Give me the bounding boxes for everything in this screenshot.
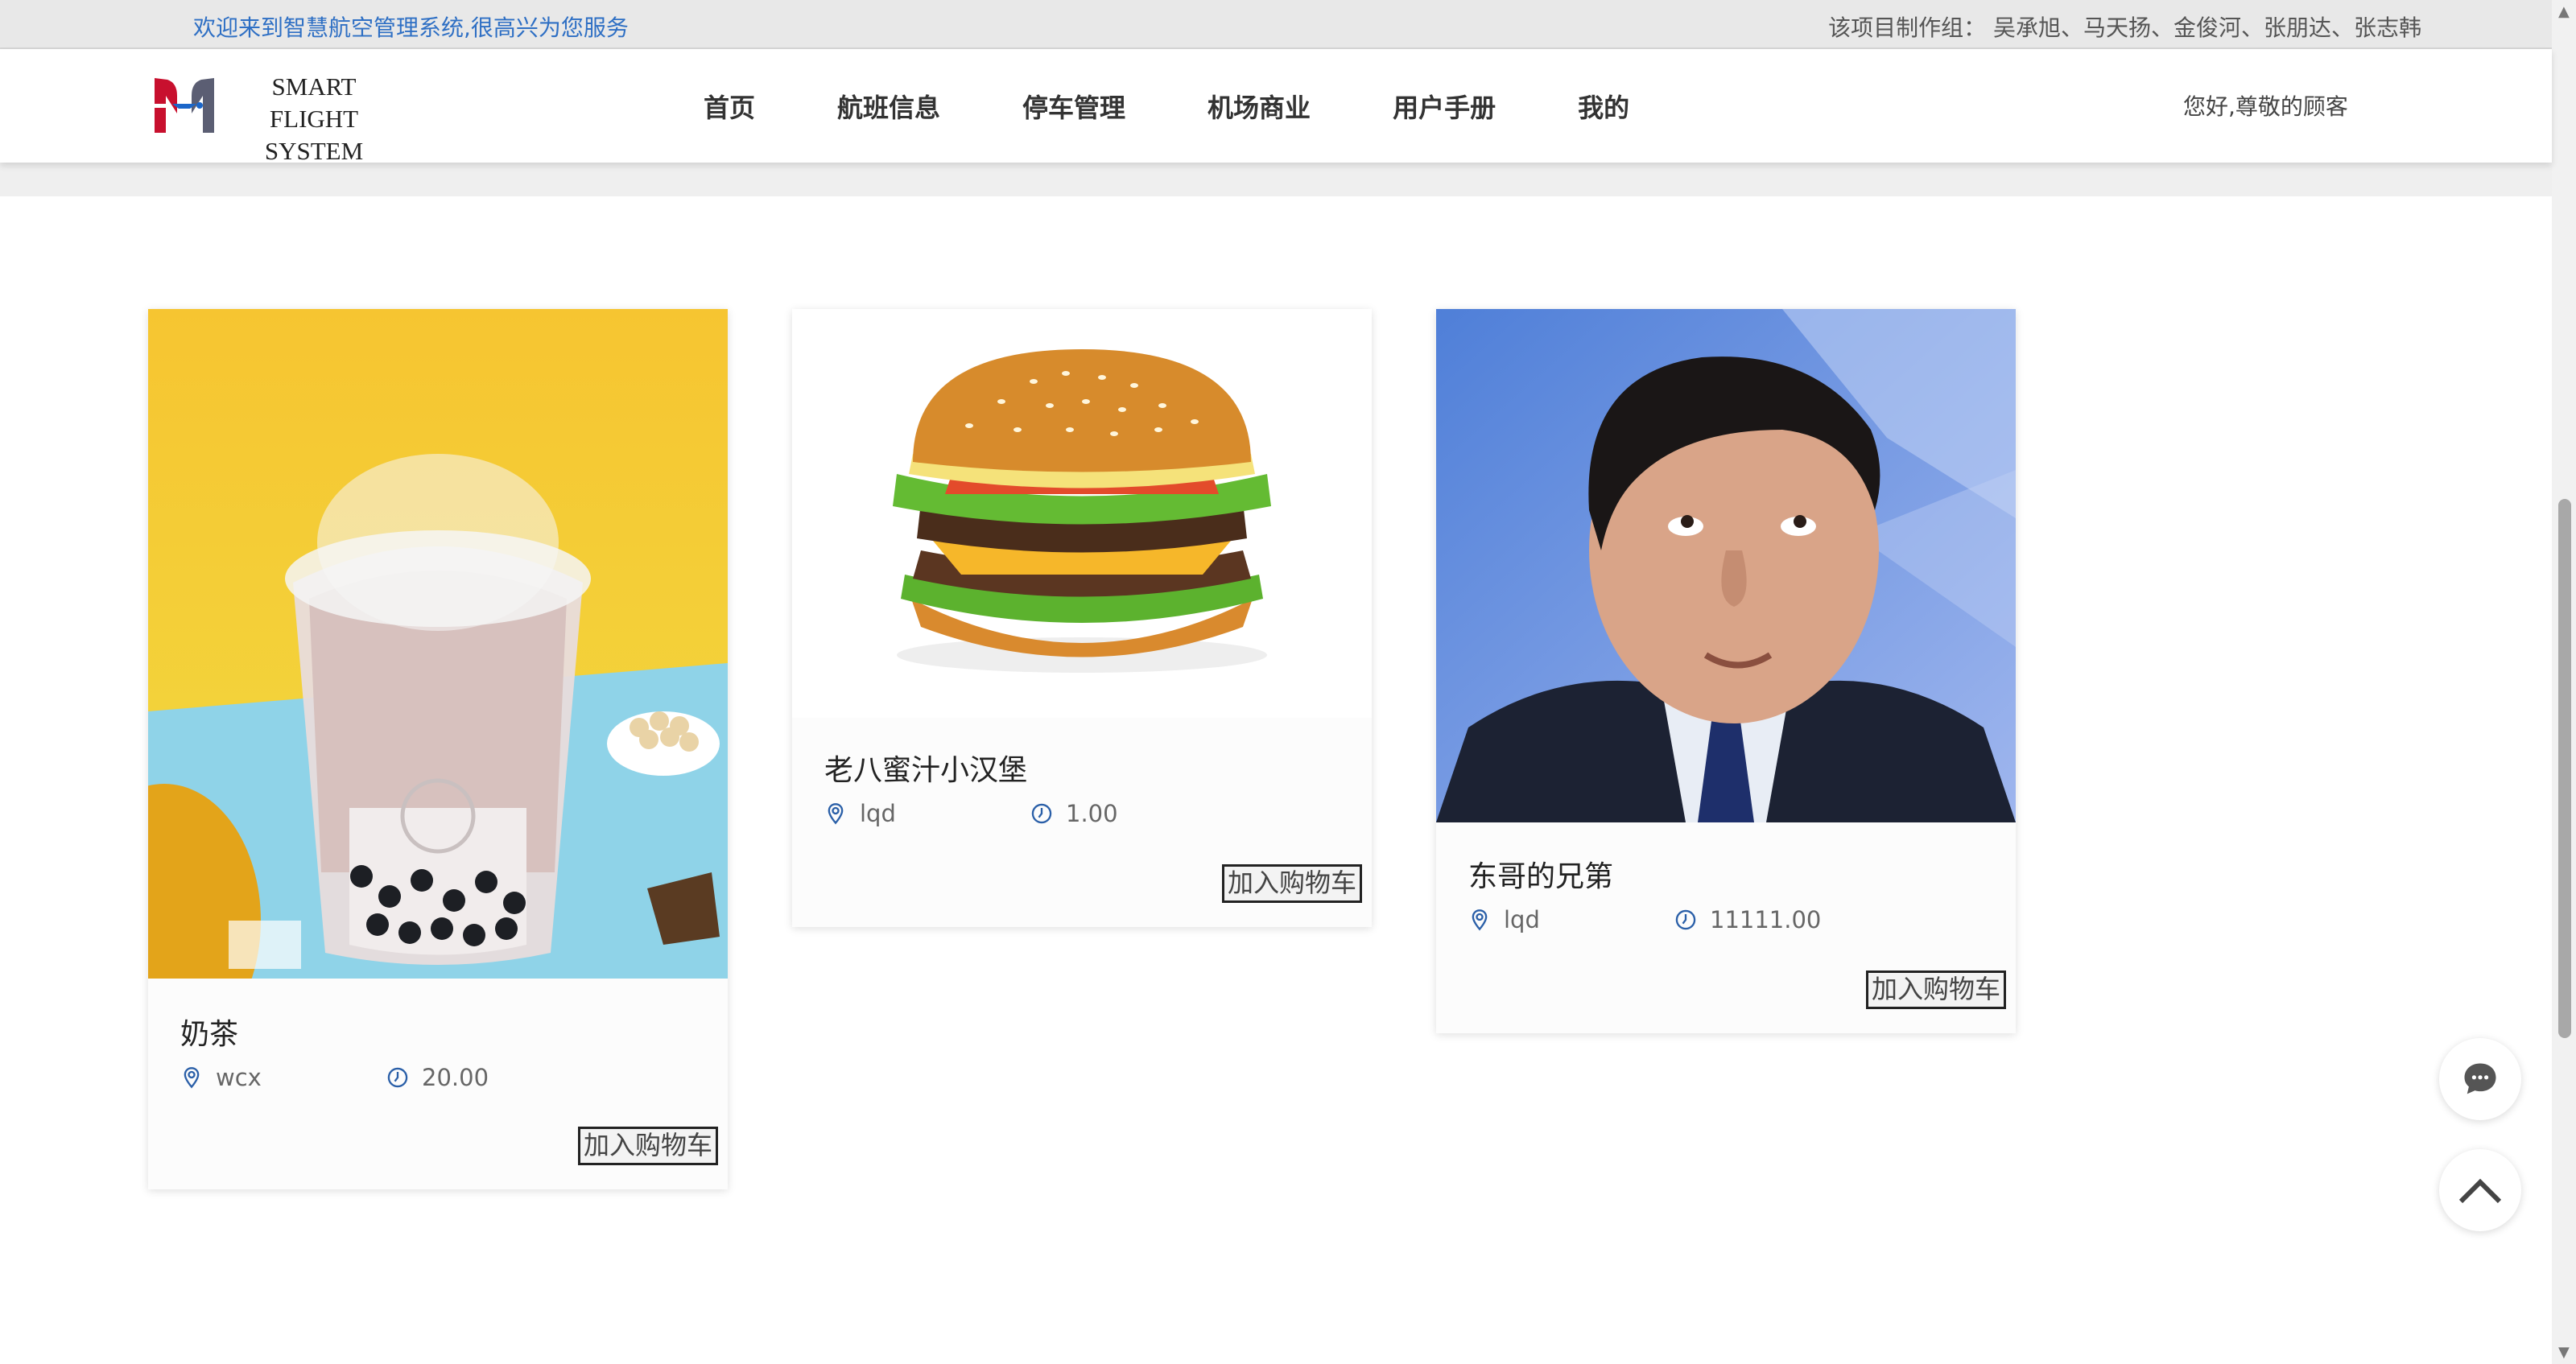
nav-airport-business[interactable]: 机场商业 <box>1208 88 1311 125</box>
product-seller: lqd <box>860 800 896 827</box>
product-image-portrait[interactable] <box>1436 309 2016 822</box>
main-header: SMART FLIGHT SYSTEM 首页 航班信息 停车管理 机场商业 用户… <box>0 49 2552 165</box>
product-seller: lqd <box>1504 906 1540 933</box>
add-to-cart-button[interactable]: 加入购物车 <box>1865 970 2006 1009</box>
product-image-burger[interactable] <box>792 309 1372 718</box>
logo-icon[interactable] <box>148 72 221 139</box>
product-card: 老八蜜汁小汉堡 lqd 1.00 加入购物车 <box>792 309 1372 927</box>
product-price: 11111.00 <box>1710 906 1822 933</box>
scrollbar-thumb[interactable] <box>2558 499 2571 1038</box>
product-meta: lqd 1.00 <box>824 800 1118 827</box>
product-image-milk-tea[interactable] <box>148 309 728 979</box>
add-to-cart-button[interactable]: 加入购物车 <box>1221 864 1362 903</box>
back-to-top-button[interactable] <box>2439 1149 2521 1231</box>
product-name[interactable]: 奶茶 <box>180 1011 238 1053</box>
scroll-down-arrow-icon[interactable]: ▼ <box>2558 1344 2570 1361</box>
product-meta: lqd 11111.00 <box>1468 906 1821 933</box>
product-price: 20.00 <box>422 1064 489 1091</box>
location-pin-icon <box>184 1067 200 1089</box>
clock-icon <box>1675 909 1696 930</box>
product-card: 奶茶 wcx 20.00 加入购物车 <box>148 309 728 1189</box>
logo-line-2: SYSTEM <box>264 137 364 165</box>
clock-icon <box>387 1067 408 1088</box>
user-greeting[interactable]: 您好,尊敬的顾客 <box>2183 89 2348 122</box>
location-pin-icon <box>828 803 844 825</box>
nav-flight-info[interactable]: 航班信息 <box>837 88 940 125</box>
nav-home[interactable]: 首页 <box>704 88 755 125</box>
chevron-up-icon <box>2458 1178 2502 1204</box>
header-divider-band <box>0 163 2552 196</box>
team-credits: 该项目制作组： 吴承旭、马天扬、金俊河、张朋达、张志韩 <box>1828 14 2421 41</box>
product-price-group: 20.00 <box>386 1064 489 1091</box>
add-to-cart-button[interactable]: 加入购物车 <box>577 1127 718 1165</box>
product-name[interactable]: 老八蜜汁小汉堡 <box>824 747 1027 789</box>
chat-icon <box>2464 1063 2496 1094</box>
clock-icon <box>1031 803 1052 824</box>
product-card: 东哥的兄第 lqd 11111.00 加入购物车 <box>1436 309 2016 1033</box>
product-price-group: 1.00 <box>1030 800 1118 827</box>
product-price-group: 11111.00 <box>1674 906 1821 933</box>
top-info-bar: 欢迎来到智慧航空管理系统,很高兴为您服务 该项目制作组： 吴承旭、马天扬、金俊河… <box>0 0 2552 49</box>
main-nav: 首页 航班信息 停车管理 机场商业 用户手册 我的 <box>704 49 1711 163</box>
product-meta: wcx 20.00 <box>180 1064 489 1091</box>
chat-button[interactable] <box>2439 1038 2521 1120</box>
welcome-text: 欢迎来到智慧航空管理系统,很高兴为您服务 <box>193 14 629 41</box>
product-seller: wcx <box>216 1064 262 1091</box>
nav-parking[interactable]: 停车管理 <box>1022 88 1125 125</box>
logo-text: SMART FLIGHT SYSTEM <box>233 71 394 167</box>
logo-line-1: SMART FLIGHT <box>269 72 359 133</box>
scroll-up-arrow-icon[interactable]: ▲ <box>2558 3 2570 20</box>
product-name[interactable]: 东哥的兄第 <box>1468 853 1613 895</box>
nav-mine[interactable]: 我的 <box>1578 88 1629 125</box>
location-pin-icon <box>1472 909 1488 931</box>
product-price: 1.00 <box>1066 800 1118 827</box>
nav-user-manual[interactable]: 用户手册 <box>1393 88 1496 125</box>
